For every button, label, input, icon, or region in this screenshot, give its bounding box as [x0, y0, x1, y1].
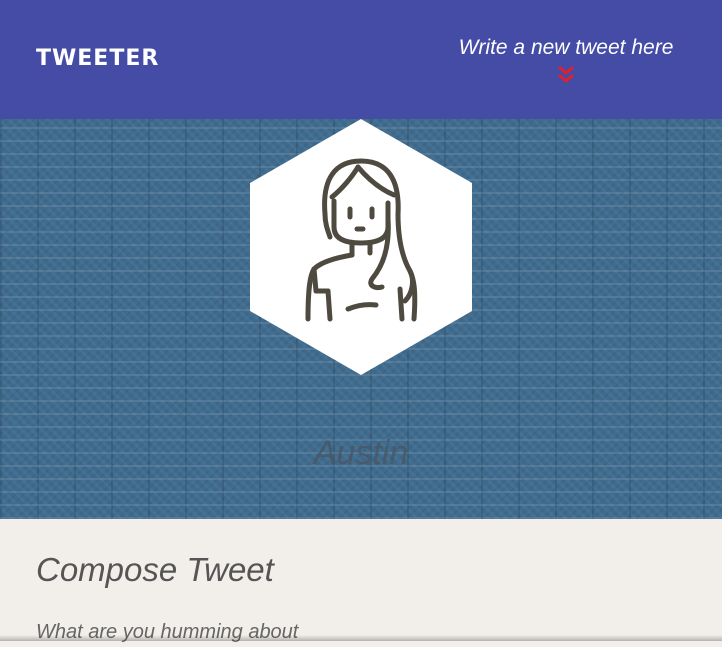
- person-avatar-icon: [250, 119, 472, 375]
- write-tweet-link[interactable]: Write a new tweet here: [446, 34, 686, 84]
- avatar: [250, 119, 472, 375]
- double-chevron-down-icon[interactable]: [558, 66, 574, 84]
- compose-title: Compose Tweet: [36, 551, 274, 588]
- tweet-input[interactable]: [36, 617, 686, 647]
- profile-username: Austin: [313, 434, 409, 472]
- bottom-shadow: [0, 635, 722, 641]
- top-navbar: TWEETER Write a new tweet here: [0, 0, 722, 119]
- compose-section: Compose Tweet: [0, 519, 722, 647]
- brand-logo[interactable]: TWEETER: [36, 45, 159, 73]
- profile-banner: Austin: [0, 119, 722, 519]
- write-tweet-label: Write a new tweet here: [458, 36, 674, 59]
